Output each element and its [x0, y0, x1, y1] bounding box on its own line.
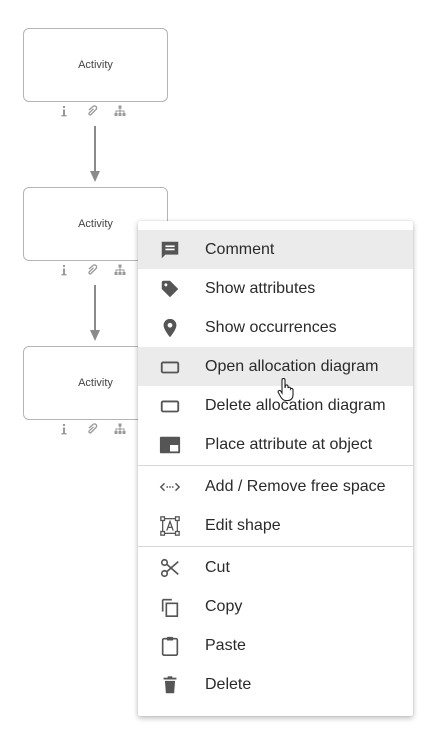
menu-item-label: Delete allocation diagram	[205, 396, 386, 414]
rectangle-icon	[158, 394, 182, 418]
menu-item-open-allocation-diagram[interactable]: Open allocation diagram	[138, 347, 413, 386]
scissors-icon	[158, 556, 182, 580]
info-icon[interactable]	[58, 423, 70, 435]
menu-item-label: Copy	[205, 597, 243, 615]
shape-icon-bar	[58, 422, 138, 436]
shape-icon-bar	[58, 104, 138, 118]
menu-item-label: Edit shape	[205, 516, 281, 534]
connector-arrow[interactable]	[89, 126, 101, 184]
menu-item-label: Open allocation diagram	[205, 357, 379, 375]
hierarchy-icon[interactable]	[114, 264, 126, 276]
hierarchy-icon[interactable]	[114, 105, 126, 117]
hand-cursor-icon	[277, 378, 295, 402]
comment-icon	[158, 238, 182, 262]
menu-item-cut[interactable]: Cut	[138, 548, 413, 587]
menu-item-label: Comment	[205, 240, 275, 258]
menu-item-label: Show attributes	[205, 279, 316, 297]
place-attribute-icon	[158, 433, 182, 457]
trash-icon	[158, 673, 182, 697]
menu-item-show-attributes[interactable]: Show attributes	[138, 269, 413, 308]
menu-divider	[138, 465, 413, 466]
attachment-icon[interactable]	[86, 264, 98, 276]
connector-arrow[interactable]	[89, 285, 101, 343]
tag-icon	[158, 277, 182, 301]
menu-item-copy[interactable]: Copy	[138, 587, 413, 626]
menu-divider	[138, 546, 413, 547]
menu-item-delete-allocation-diagram[interactable]: Delete allocation diagram	[138, 386, 413, 425]
menu-item-delete[interactable]: Delete	[138, 665, 413, 704]
menu-item-place-attribute[interactable]: Place attribute at object	[138, 425, 413, 464]
info-icon[interactable]	[58, 264, 70, 276]
hierarchy-icon[interactable]	[114, 423, 126, 435]
free-space-icon	[158, 475, 182, 499]
activity-label: Activity	[78, 377, 113, 389]
clipboard-icon	[158, 634, 182, 658]
menu-item-edit-shape[interactable]: Edit shape	[138, 506, 413, 545]
menu-item-label: Delete	[205, 675, 252, 693]
menu-item-free-space[interactable]: Add / Remove free space	[138, 467, 413, 506]
menu-item-label: Cut	[205, 558, 230, 576]
copy-icon	[158, 595, 182, 619]
location-pin-icon	[158, 316, 182, 340]
menu-item-label: Place attribute at object	[205, 435, 373, 453]
menu-item-label: Add / Remove free space	[205, 477, 386, 495]
activity-label: Activity	[78, 218, 113, 230]
edit-shape-icon	[158, 514, 182, 538]
attachment-icon[interactable]	[86, 105, 98, 117]
activity-shape[interactable]: Activity	[23, 28, 168, 102]
menu-item-label: Show occurrences	[205, 318, 337, 336]
menu-item-label: Paste	[205, 636, 246, 654]
menu-item-paste[interactable]: Paste	[138, 626, 413, 665]
activity-label: Activity	[78, 59, 113, 71]
shape-icon-bar	[58, 263, 138, 277]
rectangle-icon	[158, 355, 182, 379]
attachment-icon[interactable]	[86, 423, 98, 435]
menu-item-show-occurrences[interactable]: Show occurrences	[138, 308, 413, 347]
menu-item-comment[interactable]: Comment	[138, 230, 413, 269]
info-icon[interactable]	[58, 105, 70, 117]
context-menu: Comment Show attributes Show occurrences…	[138, 221, 413, 716]
